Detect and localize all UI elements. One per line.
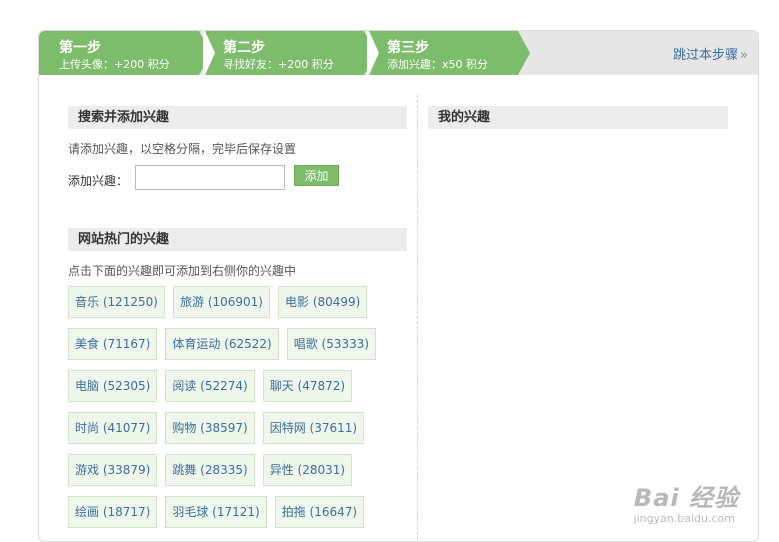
step-1-subtitle: 上传头像：+200 积分 <box>59 58 170 71</box>
tag-row: 游戏 (33879) 跳舞 (28335) 异性 (28031) <box>68 454 418 486</box>
tag-row: 美食 (71167) 体育运动 (62522) 唱歌 (53333) <box>68 328 418 360</box>
add-interest-input[interactable] <box>135 165 285 190</box>
interest-tag[interactable]: 异性 (28031) <box>262 454 353 486</box>
interest-tag[interactable]: 时尚 (41077) <box>68 412 158 444</box>
my-interests-heading: 我的兴趣 <box>428 106 728 129</box>
add-interest-button[interactable]: 添加 <box>294 165 339 186</box>
tag-row: 时尚 (41077) 购物 (38597) 因特网 (37611) <box>68 412 418 444</box>
interest-tag[interactable]: 绘画 (18717) <box>68 496 158 528</box>
step-3-title: 第三步 <box>387 40 429 56</box>
column-divider <box>417 95 418 541</box>
step-3-subtitle: 添加兴趣：x50 积分 <box>387 58 489 71</box>
hot-interests-hint: 点击下面的兴趣即可添加到右侧你的兴趣中 <box>68 264 297 278</box>
double-chevron-right-icon: » <box>740 48 748 63</box>
search-section-heading: 搜索并添加兴趣 <box>68 106 407 129</box>
step-1-title: 第一步 <box>59 40 101 56</box>
interest-tag[interactable]: 阅读 (52274) <box>165 370 255 402</box>
watermark-logo: Bai 经验 <box>633 484 739 512</box>
step-2-title: 第二步 <box>223 40 265 56</box>
search-hint: 请添加兴趣，以空格分隔，完毕后保存设置 <box>68 142 297 156</box>
interest-tag[interactable]: 聊天 (47872) <box>262 370 353 402</box>
interest-tag[interactable]: 跳舞 (28335) <box>165 454 255 486</box>
tag-row: 音乐 (121250) 旅游 (106901) 电影 (80499) <box>68 286 418 318</box>
interest-tag[interactable]: 电影 (80499) <box>278 286 368 318</box>
skip-step-label: 跳过本步骤 <box>673 48 739 63</box>
watermark-url: jingyan.baidu.com <box>633 512 735 525</box>
interest-tag[interactable]: 因特网 (37611) <box>262 412 365 444</box>
interest-tag[interactable]: 唱歌 (53333) <box>286 328 377 360</box>
interest-tag[interactable]: 购物 (38597) <box>165 412 255 444</box>
step-2-subtitle: 寻找好友：+200 积分 <box>223 58 334 71</box>
interest-tag[interactable]: 旅游 (106901) <box>173 286 270 318</box>
add-interest-label: 添加兴趣： <box>68 174 129 188</box>
interest-tag[interactable]: 游戏 (33879) <box>68 454 158 486</box>
steps-bar: 第一步 上传头像：+200 积分 第二步 寻找好友：+200 积分 第三步 添加… <box>39 31 758 75</box>
tag-row: 电脑 (52305) 阅读 (52274) 聊天 (47872) <box>68 370 418 402</box>
step-3: 第三步 添加兴趣：x50 积分 <box>367 31 530 75</box>
interest-tag[interactable]: 羽毛球 (17121) <box>165 496 267 528</box>
interest-tag[interactable]: 美食 (71167) <box>68 328 158 360</box>
step-1: 第一步 上传头像：+200 积分 <box>39 31 211 75</box>
interest-tag[interactable]: 拍拖 (16647) <box>274 496 365 528</box>
hot-interests-heading: 网站热门的兴趣 <box>68 228 407 251</box>
interest-tag[interactable]: 体育运动 (62522) <box>165 328 279 360</box>
tag-row: 绘画 (18717) 羽毛球 (17121) 拍拖 (16647) <box>68 496 418 528</box>
wizard-panel: 第一步 上传头像：+200 积分 第二步 寻找好友：+200 积分 第三步 添加… <box>38 30 759 542</box>
skip-step-link[interactable]: 跳过本步骤» <box>673 44 748 63</box>
step-2: 第二步 寻找好友：+200 积分 <box>203 31 376 75</box>
interest-tag[interactable]: 音乐 (121250) <box>68 286 165 318</box>
hot-interest-list: 音乐 (121250) 旅游 (106901) 电影 (80499) 美食 (7… <box>68 286 418 538</box>
interest-tag[interactable]: 电脑 (52305) <box>68 370 158 402</box>
